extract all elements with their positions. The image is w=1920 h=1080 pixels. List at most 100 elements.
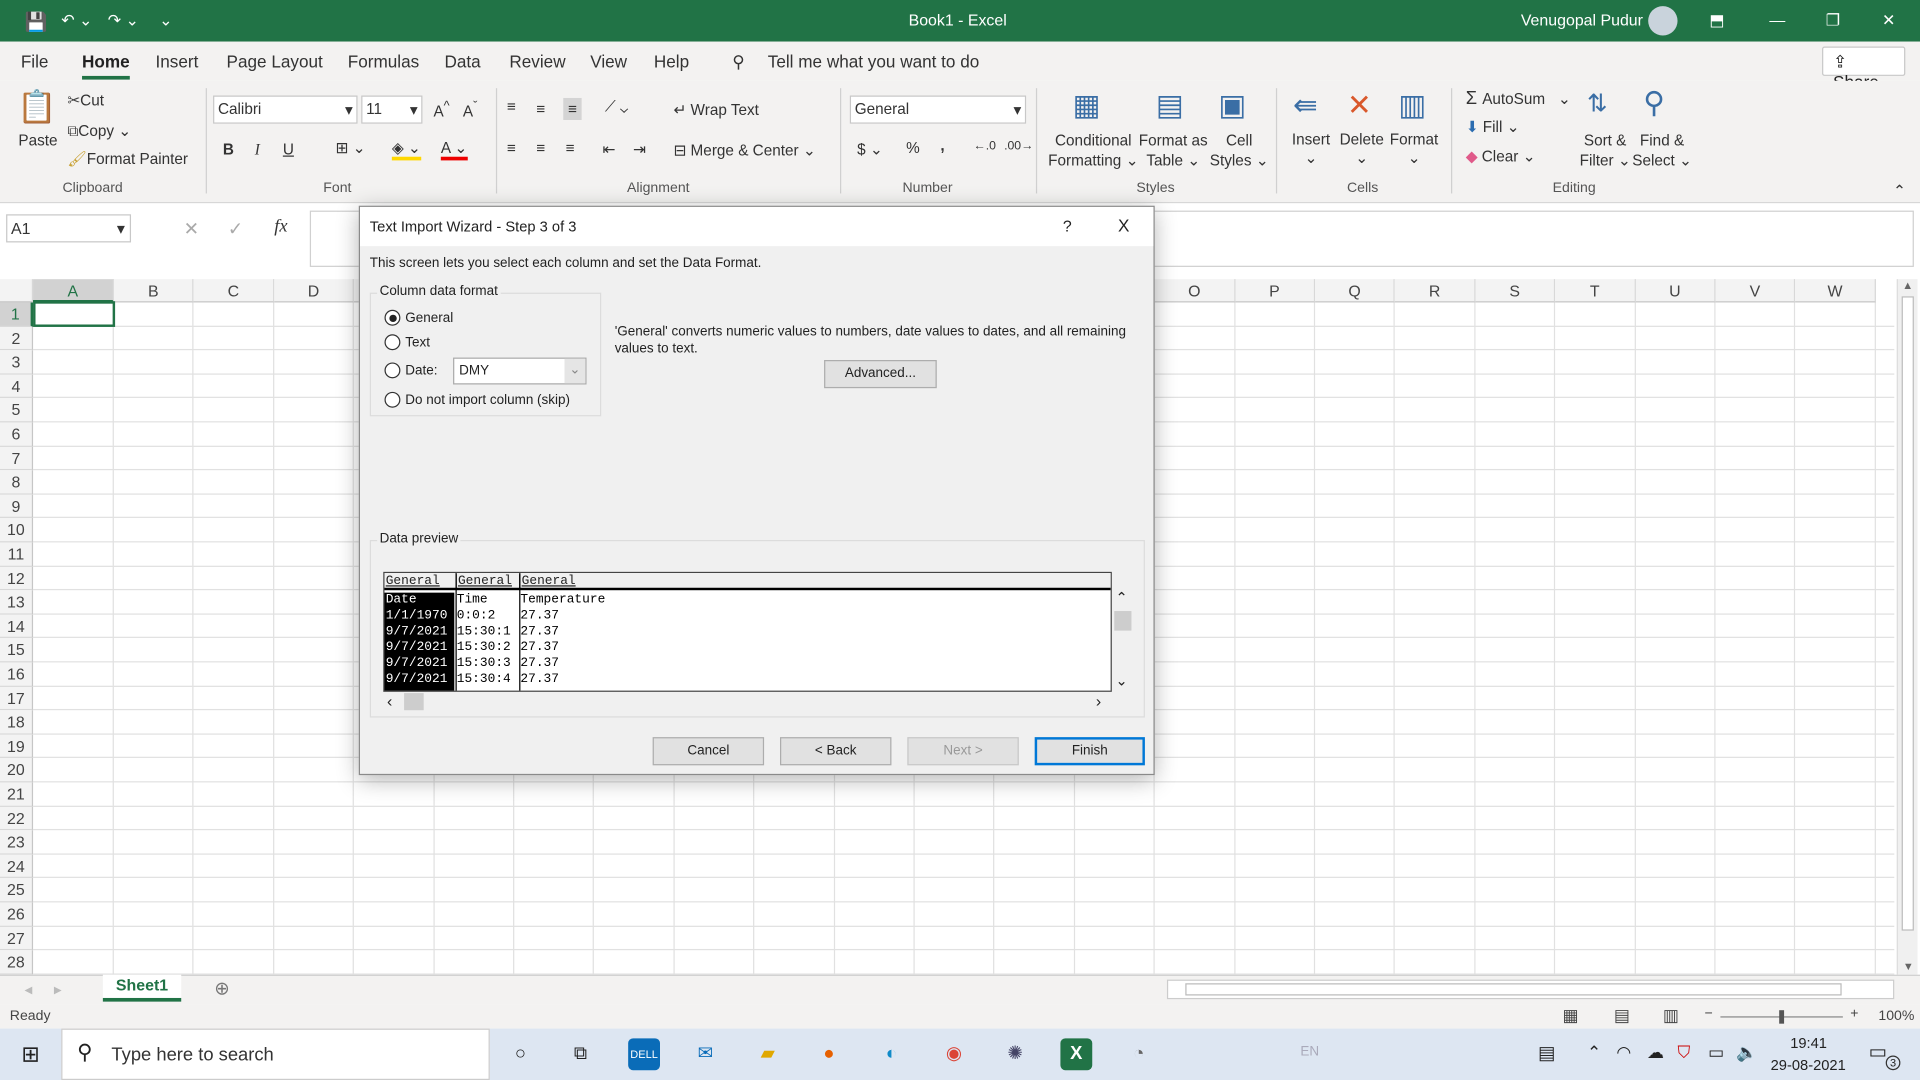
undo-icon[interactable]: ↶ ⌄ bbox=[61, 11, 92, 31]
radio-skip[interactable] bbox=[384, 391, 401, 408]
decrease-decimal-icon[interactable]: .00→ bbox=[1004, 140, 1033, 153]
next-button[interactable]: Next > bbox=[907, 737, 1019, 766]
percent-button[interactable]: % bbox=[906, 140, 920, 157]
column-header[interactable]: D bbox=[274, 279, 355, 303]
zoom-out-icon[interactable]: − bbox=[1704, 1007, 1712, 1022]
align-top-icon[interactable]: ≡ bbox=[507, 98, 516, 115]
orientation-icon[interactable]: ⟋ ⌄ bbox=[605, 98, 628, 116]
restore-icon[interactable]: ❐ bbox=[1826, 11, 1840, 31]
borders-icon[interactable]: ⊞ ⌄ bbox=[336, 138, 366, 157]
conditional-formatting-icon[interactable]: ▦ bbox=[1073, 88, 1101, 124]
dialog-close-button[interactable]: X bbox=[1118, 216, 1129, 236]
row-header[interactable]: 23 bbox=[0, 830, 34, 855]
insert-cells-icon[interactable]: ⇚ bbox=[1293, 88, 1318, 124]
align-right-icon[interactable]: ≡ bbox=[566, 140, 575, 157]
merge-center-button[interactable]: ⊟ Merge & Center ⌄ bbox=[673, 141, 815, 159]
scroll-right-icon[interactable]: › bbox=[1096, 692, 1101, 710]
vertical-scrollbar[interactable]: ▲ ▼ bbox=[1896, 279, 1918, 975]
tab-review[interactable]: Review bbox=[509, 51, 565, 71]
tab-insert[interactable]: Insert bbox=[156, 51, 199, 71]
column-header[interactable]: V bbox=[1715, 279, 1796, 303]
ribbon-display-icon[interactable]: ⬒ bbox=[1709, 11, 1724, 31]
autosum-button[interactable]: Σ AutoSum ⌄ bbox=[1466, 88, 1571, 109]
radio-general[interactable] bbox=[384, 309, 401, 326]
sort-filter-button[interactable]: Sort & Filter ⌄ bbox=[1580, 131, 1631, 170]
tab-page-layout[interactable]: Page Layout bbox=[227, 51, 323, 71]
dell-icon[interactable]: DELL bbox=[628, 1038, 661, 1071]
radio-skip-label[interactable]: Do not import column (skip) bbox=[405, 393, 570, 408]
app-icon[interactable]: ✺ bbox=[999, 1038, 1031, 1070]
underline-button[interactable]: U bbox=[283, 141, 294, 158]
align-left-icon[interactable]: ≡ bbox=[507, 140, 516, 157]
column-header[interactable]: C bbox=[193, 279, 275, 303]
insert-function-button[interactable]: fx bbox=[274, 217, 287, 238]
zoom-in-icon[interactable]: + bbox=[1850, 1007, 1858, 1022]
insert-cells-button[interactable]: Insert ⌄ bbox=[1292, 131, 1330, 167]
wifi-icon[interactable]: ◠ bbox=[1616, 1042, 1631, 1063]
row-header[interactable]: 1 bbox=[0, 302, 34, 327]
paste-icon[interactable]: 📋 bbox=[17, 88, 57, 126]
row-header[interactable]: 5 bbox=[0, 398, 34, 423]
scrollbar-thumb[interactable] bbox=[1901, 296, 1914, 931]
row-header[interactable]: 25 bbox=[0, 878, 34, 903]
radio-date-label[interactable]: Date: bbox=[405, 364, 437, 379]
collapse-ribbon-icon[interactable]: ⌃ bbox=[1893, 181, 1906, 199]
scroll-down-icon[interactable]: ⌄ bbox=[1116, 672, 1128, 689]
preview-column-type[interactable]: General bbox=[519, 574, 1107, 591]
back-button[interactable]: < Back bbox=[780, 737, 892, 766]
align-bottom-icon[interactable]: ≡ bbox=[563, 97, 582, 121]
name-box[interactable]: A1 ▾ bbox=[6, 214, 132, 243]
enter-icon[interactable]: ✓ bbox=[228, 218, 243, 240]
fill-button[interactable]: ⬇ Fill ⌄ bbox=[1466, 118, 1520, 136]
sheet-tab-sheet1[interactable]: Sheet1 bbox=[102, 974, 182, 1002]
news-icon[interactable]: ▤ bbox=[1538, 1042, 1555, 1064]
row-header[interactable]: 7 bbox=[0, 446, 34, 471]
format-cells-icon[interactable]: ▥ bbox=[1398, 88, 1426, 124]
row-header[interactable]: 24 bbox=[0, 854, 34, 879]
font-color-icon[interactable]: A ⌄ bbox=[440, 138, 468, 161]
comma-button[interactable]: , bbox=[940, 137, 944, 154]
zoom-level[interactable]: 100% bbox=[1878, 1009, 1914, 1024]
row-header[interactable]: 28 bbox=[0, 950, 34, 975]
cancel-button[interactable]: Cancel bbox=[652, 737, 765, 766]
row-header[interactable]: 14 bbox=[0, 614, 34, 639]
tab-formulas[interactable]: Formulas bbox=[348, 51, 419, 71]
row-header[interactable]: 20 bbox=[0, 758, 34, 783]
select-all-corner[interactable] bbox=[0, 279, 34, 303]
radio-date[interactable] bbox=[384, 362, 401, 379]
scroll-up-icon[interactable]: ⌃ bbox=[1116, 589, 1128, 606]
row-header[interactable]: 15 bbox=[0, 638, 34, 663]
decrease-indent-icon[interactable]: ⇤ bbox=[602, 140, 615, 158]
row-header[interactable]: 6 bbox=[0, 422, 34, 447]
column-header[interactable]: A bbox=[33, 279, 114, 303]
column-header[interactable]: Q bbox=[1315, 279, 1396, 303]
onedrive-icon[interactable]: ☁ bbox=[1647, 1042, 1664, 1063]
find-select-button[interactable]: Find & Select ⌄ bbox=[1632, 131, 1692, 170]
row-header[interactable]: 26 bbox=[0, 902, 34, 927]
antivirus-icon[interactable]: ⛉ bbox=[1678, 1042, 1691, 1063]
clock-time[interactable]: 19:41 bbox=[1790, 1035, 1827, 1052]
row-header[interactable]: 11 bbox=[0, 542, 34, 567]
new-sheet-icon[interactable]: ⊕ bbox=[214, 977, 229, 999]
horizontal-scroll-thumb[interactable] bbox=[404, 693, 424, 711]
user-name[interactable]: Venugopal Pudur bbox=[1521, 11, 1643, 29]
cancel-icon[interactable]: ✕ bbox=[184, 218, 199, 240]
column-header[interactable]: T bbox=[1555, 279, 1636, 303]
column-header[interactable]: B bbox=[113, 279, 194, 303]
align-middle-icon[interactable]: ≡ bbox=[536, 100, 545, 117]
zoom-slider[interactable] bbox=[1720, 1010, 1843, 1024]
customize-qat-icon[interactable]: ⌄ bbox=[159, 11, 172, 31]
save-icon[interactable]: 💾 bbox=[24, 11, 47, 33]
column-header[interactable]: S bbox=[1475, 279, 1556, 303]
row-header[interactable]: 19 bbox=[0, 734, 34, 759]
scroll-right-icon[interactable]: ▸ bbox=[54, 980, 62, 998]
font-name-select[interactable]: Calibri ▾ bbox=[213, 95, 358, 124]
share-button[interactable]: ⇪ Share bbox=[1822, 46, 1906, 92]
tab-file[interactable]: File bbox=[21, 51, 49, 71]
row-header[interactable]: 17 bbox=[0, 686, 34, 711]
format-as-table-button[interactable]: Format as Table ⌄ bbox=[1139, 131, 1208, 170]
column-header[interactable]: R bbox=[1395, 279, 1476, 303]
delete-cells-icon[interactable]: ✕ bbox=[1347, 88, 1372, 124]
date-format-select[interactable]: DMY ⌄ bbox=[453, 357, 587, 385]
chrome-icon[interactable]: ◉ bbox=[938, 1038, 970, 1070]
